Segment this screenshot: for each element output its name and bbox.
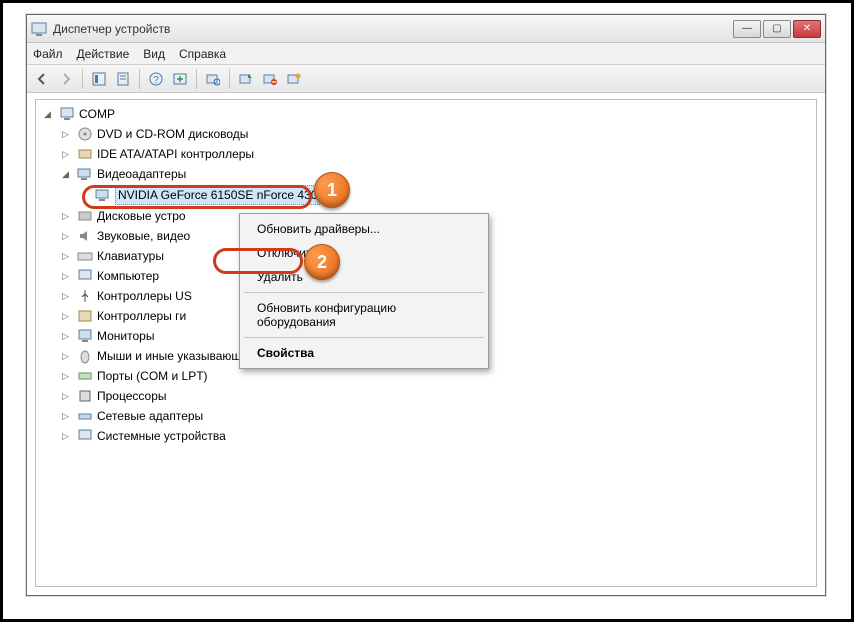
expand-icon[interactable]: ▷ [60,411,71,422]
menu-view[interactable]: Вид [143,47,165,61]
ctx-separator [244,292,484,293]
device-manager-window: Диспетчер устройств — ▢ ✕ Файл Действие … [26,14,826,596]
expand-icon[interactable]: ▷ [60,391,71,402]
svg-text:?: ? [153,75,159,86]
expand-icon[interactable]: ▷ [60,371,71,382]
ctx-separator [244,337,484,338]
menubar: Файл Действие Вид Справка [27,43,825,65]
titlebar: Диспетчер устройств — ▢ ✕ [27,15,825,43]
display-adapter-icon [77,166,93,182]
collapse-icon[interactable]: ◢ [60,169,71,180]
ide-icon [77,146,93,162]
nav-back-button[interactable] [31,68,53,90]
context-menu: Обновить драйверы... Отключить Удалить О… [239,213,489,369]
disc-icon [77,126,93,142]
computer-icon [77,268,93,284]
uninstall-button[interactable] [259,68,281,90]
expand-icon[interactable]: ▷ [60,311,71,322]
cpu-icon [77,388,93,404]
ctx-disable[interactable]: Отключить [243,241,485,265]
expand-icon[interactable]: ▷ [60,291,71,302]
disk-icon [77,208,93,224]
tree-item[interactable]: ▷Системные устройства [58,426,814,446]
tree-item[interactable]: ▷Процессоры [58,386,814,406]
computer-icon [59,106,75,122]
menu-action[interactable]: Действие [77,47,130,61]
toolbar-separator [82,69,83,89]
collapse-icon[interactable]: ◢ [42,109,53,120]
expand-icon[interactable]: ▷ [60,129,71,140]
app-icon [31,21,47,37]
usb-icon [77,288,93,304]
close-button[interactable]: ✕ [793,20,821,38]
network-icon [77,408,93,424]
mouse-icon [77,348,93,364]
tree-item-nvidia-device[interactable]: NVIDIA GeForce 6150SE nForce 430 [76,184,814,206]
toolbar-separator [139,69,140,89]
keyboard-icon [77,248,93,264]
tree-item[interactable]: ▷DVD и CD-ROM дисководы [58,124,814,144]
disable-button[interactable] [283,68,305,90]
tree-root[interactable]: ◢ COMP [40,104,814,124]
expand-icon[interactable]: ▷ [60,231,71,242]
sound-icon [77,228,93,244]
help-button[interactable]: ? [145,68,167,90]
action-button[interactable] [169,68,191,90]
minimize-button[interactable]: — [733,20,761,38]
scan-button[interactable] [202,68,224,90]
expand-icon[interactable]: ▷ [60,149,71,160]
expand-icon[interactable]: ▷ [60,331,71,342]
nav-forward-button[interactable] [55,68,77,90]
monitor-icon [77,328,93,344]
annotation-marker-2: 2 [304,244,340,280]
expand-icon[interactable]: ▷ [60,431,71,442]
ctx-properties[interactable]: Свойства [243,341,485,365]
toolbar-separator [196,69,197,89]
tree-item[interactable]: ▷IDE ATA/ATAPI контроллеры [58,144,814,164]
menu-file[interactable]: Файл [33,47,63,61]
ctx-scan-hardware[interactable]: Обновить конфигурацию оборудования [243,296,485,334]
update-driver-button[interactable] [235,68,257,90]
expand-icon[interactable]: ▷ [60,271,71,282]
maximize-button[interactable]: ▢ [763,20,791,38]
expand-icon[interactable]: ▷ [60,351,71,362]
ctx-delete[interactable]: Удалить [243,265,485,289]
toolbar-separator [229,69,230,89]
controller-icon [77,308,93,324]
menu-help[interactable]: Справка [179,47,226,61]
toolbar: ? [27,65,825,93]
port-icon [77,368,93,384]
ctx-update-drivers[interactable]: Обновить драйверы... [243,217,485,241]
display-adapter-icon [95,187,111,203]
properties-button[interactable] [112,68,134,90]
tree-item[interactable]: ▷Сетевые адаптеры [58,406,814,426]
expand-icon[interactable]: ▷ [60,211,71,222]
system-icon [77,428,93,444]
tree-item[interactable]: ▷Порты (COM и LPT) [58,366,814,386]
expand-icon[interactable]: ▷ [60,251,71,262]
window-title: Диспетчер устройств [53,22,733,36]
tree-item-video-adapters[interactable]: ◢Видеоадаптеры [58,164,814,184]
show-hide-tree-button[interactable] [88,68,110,90]
annotation-marker-1: 1 [314,172,350,208]
